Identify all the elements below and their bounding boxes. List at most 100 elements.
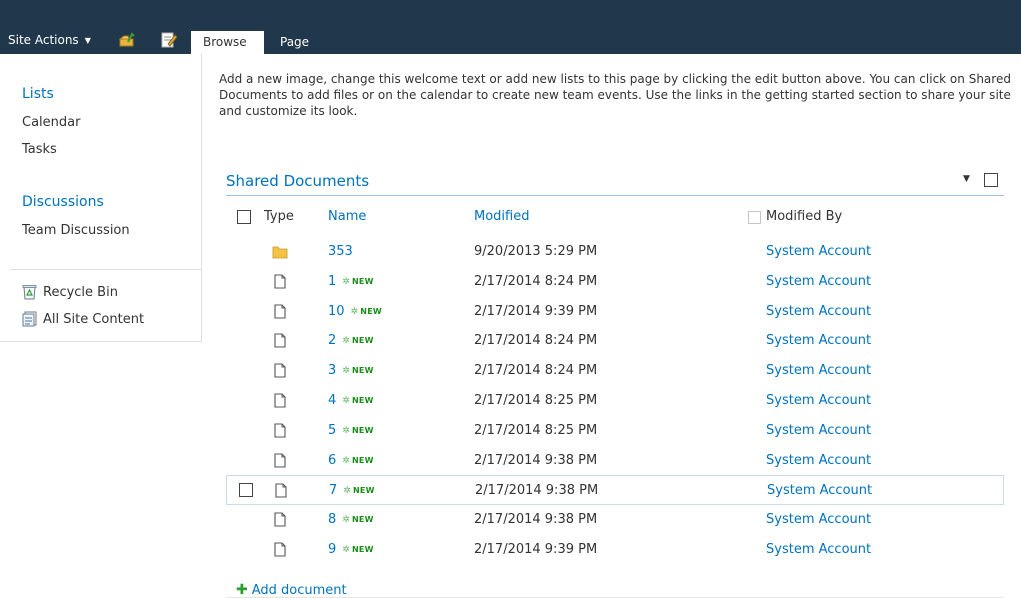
quick-launch: Lists Calendar Tasks Discussions Team Di… (0, 54, 202, 342)
modified-by-link[interactable]: System Account (767, 483, 872, 498)
modified-by-link[interactable]: System Account (766, 423, 871, 438)
chevron-down-icon: ▼ (84, 35, 91, 45)
table-row[interactable]: 2 ✲ NEW 2/17/2014 8:24 PM System Account (226, 326, 1004, 356)
document-name-link[interactable]: 6 ✲ NEW (328, 453, 374, 468)
tab-page[interactable]: Page (272, 31, 319, 54)
document-name: 7 (329, 483, 338, 498)
folder-icon (272, 246, 288, 259)
nav-item-calendar[interactable]: Calendar (22, 115, 80, 130)
select-all-checkbox[interactable] (237, 210, 251, 224)
document-name: 4 (328, 393, 337, 408)
new-badge-label: NEW (360, 307, 382, 316)
shared-documents-title[interactable]: Shared Documents (226, 172, 369, 190)
modified-by-link[interactable]: System Account (766, 333, 871, 348)
modified-date: 2/17/2014 8:24 PM (474, 363, 598, 378)
new-badge: ✲ NEW (342, 366, 373, 376)
new-badge: ✲ NEW (342, 396, 373, 406)
document-icon (275, 483, 287, 498)
document-icon (274, 274, 286, 289)
edit-page-icon[interactable] (160, 31, 178, 49)
web-part-title-underline (226, 195, 1004, 196)
nav-heading-lists[interactable]: Lists (22, 86, 54, 102)
new-badge-label: NEW (352, 426, 374, 435)
nav-heading-discussions[interactable]: Discussions (22, 194, 104, 210)
column-header-modified[interactable]: Modified (474, 209, 529, 224)
document-name-link[interactable]: 2 ✲ NEW (328, 333, 374, 348)
modified-by-link[interactable]: System Account (766, 274, 871, 289)
table-row[interactable]: 4 ✲ NEW 2/17/2014 8:25 PM System Account (226, 386, 1004, 416)
modified-by-link[interactable]: System Account (766, 393, 871, 408)
modified-by-link[interactable]: System Account (766, 304, 871, 319)
document-icon (274, 333, 286, 348)
navigate-up-icon[interactable] (118, 31, 136, 49)
table-row[interactable]: 10 ✲ NEW 2/17/2014 9:39 PM System Account (226, 297, 1004, 327)
new-badge-label: NEW (352, 456, 374, 465)
modified-by-link[interactable]: System Account (766, 244, 871, 259)
modified-by-link[interactable]: System Account (766, 453, 871, 468)
document-name-link[interactable]: 10 ✲ NEW (328, 304, 382, 319)
ribbon-bar: Site Actions ▼ Browse Page (0, 0, 1021, 54)
document-name: 9 (328, 542, 337, 557)
nav-item-all-site-content[interactable]: All Site Content (22, 311, 144, 327)
modified-by-filter-checkbox (748, 211, 761, 224)
modified-date: 2/17/2014 9:39 PM (474, 304, 598, 319)
table-row[interactable]: 6 ✲ NEW 2/17/2014 9:38 PM System Account (226, 446, 1004, 476)
document-name-link[interactable]: 7 ✲ NEW (329, 483, 375, 498)
recycle-bin-label: Recycle Bin (43, 284, 118, 300)
modified-date: 2/17/2014 8:24 PM (474, 274, 598, 289)
new-sparkle-icon: ✲ (342, 335, 351, 346)
document-name-link[interactable]: 3 ✲ NEW (328, 363, 374, 378)
new-badge-label: NEW (352, 277, 374, 286)
welcome-text: Add a new image, change this welcome tex… (219, 72, 1011, 118)
modified-date: 9/20/2013 5:29 PM (474, 244, 598, 259)
web-part-menu-icon[interactable]: ▼ (963, 174, 970, 184)
document-icon (274, 542, 286, 557)
document-name-link[interactable]: 9 ✲ NEW (328, 542, 374, 557)
modified-by-link[interactable]: System Account (766, 542, 871, 557)
nav-item-tasks[interactable]: Tasks (22, 142, 57, 157)
document-icon (274, 423, 286, 438)
site-actions-label: Site Actions (8, 33, 79, 47)
document-name-link[interactable]: 8 ✲ NEW (328, 512, 374, 527)
table-row[interactable]: 7 ✲ NEW 2/17/2014 9:38 PM System Account (226, 475, 1004, 505)
table-row[interactable]: 9 ✲ NEW 2/17/2014 9:39 PM System Account (226, 535, 1004, 565)
tab-browse[interactable]: Browse (191, 31, 264, 54)
web-part-select-checkbox[interactable] (984, 173, 998, 187)
document-name: 6 (328, 453, 337, 468)
column-header-type[interactable]: Type (264, 209, 294, 224)
modified-date: 2/17/2014 9:38 PM (474, 512, 598, 527)
new-sparkle-icon: ✲ (342, 276, 351, 287)
column-header-name[interactable]: Name (328, 209, 366, 224)
document-name-link[interactable]: 4 ✲ NEW (328, 393, 374, 408)
nav-item-team-discussion[interactable]: Team Discussion (22, 223, 130, 238)
nav-item-recycle-bin[interactable]: Recycle Bin (22, 284, 118, 300)
table-row[interactable]: 5 ✲ NEW 2/17/2014 8:25 PM System Account (226, 416, 1004, 446)
site-actions-menu[interactable]: Site Actions ▼ (8, 33, 91, 47)
document-name-link[interactable]: 1 ✲ NEW (328, 274, 374, 289)
add-document-label: Add document (251, 582, 347, 598)
document-icon (274, 453, 286, 468)
document-name-link[interactable]: 353 (328, 244, 353, 259)
new-badge: ✲ NEW (342, 426, 373, 436)
column-header-modified-by[interactable]: Modified By (766, 209, 842, 224)
new-badge-label: NEW (352, 396, 374, 405)
new-badge-label: NEW (353, 486, 375, 495)
table-row[interactable]: 1 ✲ NEW 2/17/2014 8:24 PM System Account (226, 267, 1004, 297)
new-badge: ✲ NEW (342, 515, 373, 525)
document-name-link[interactable]: 5 ✲ NEW (328, 423, 374, 438)
modified-date: 2/17/2014 8:25 PM (474, 423, 598, 438)
modified-by-link[interactable]: System Account (766, 512, 871, 527)
document-name: 2 (328, 333, 337, 348)
modified-date: 2/17/2014 9:38 PM (475, 483, 599, 498)
new-sparkle-icon: ✲ (342, 365, 351, 376)
table-row[interactable]: 353 9/20/2013 5:29 PM System Account (226, 237, 1004, 267)
new-badge: ✲ NEW (342, 456, 373, 466)
new-badge-label: NEW (352, 336, 374, 345)
all-site-content-label: All Site Content (43, 311, 145, 327)
new-badge: ✲ NEW (342, 545, 373, 555)
table-row[interactable]: 8 ✲ NEW 2/17/2014 9:38 PM System Account (226, 505, 1004, 535)
row-select-checkbox[interactable] (239, 483, 253, 497)
table-row[interactable]: 3 ✲ NEW 2/17/2014 8:24 PM System Account (226, 356, 1004, 386)
modified-by-link[interactable]: System Account (766, 363, 871, 378)
modified-date: 2/17/2014 8:25 PM (474, 393, 598, 408)
